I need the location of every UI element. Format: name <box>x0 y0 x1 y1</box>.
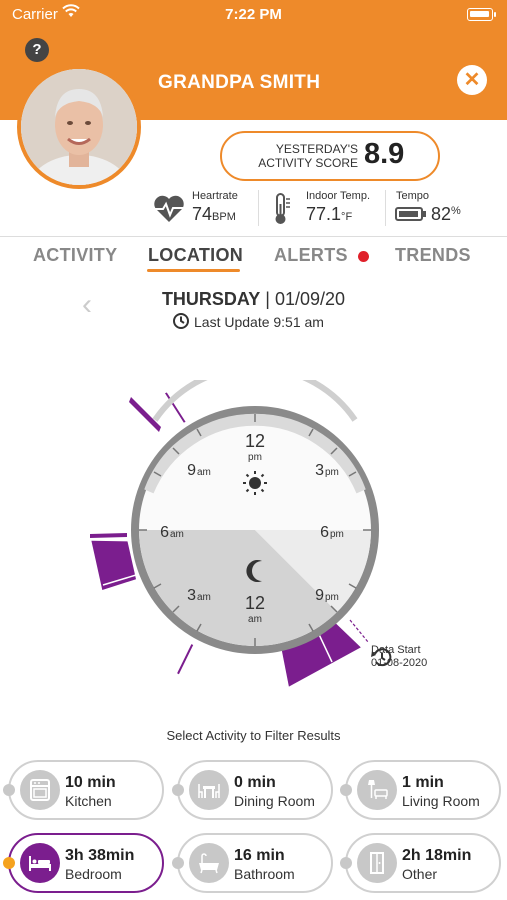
filter-room: Bathroom <box>234 866 295 882</box>
bathtub-icon <box>189 843 229 883</box>
filter-duration: 2h 18min <box>402 847 472 864</box>
filter-title: Select Activity to Filter Results <box>166 728 341 743</box>
hour-label-12pm-suffix: pm <box>248 452 262 463</box>
data-start-label: Data Start 01-08-2020 <box>371 644 428 669</box>
filter-other[interactable]: 2h 18min Other <box>340 833 501 893</box>
hour-label-12am: 12 <box>245 593 265 613</box>
hour-label-3pm-suffix: pm <box>325 467 339 478</box>
tab-alerts[interactable]: ALERTS <box>274 245 348 266</box>
hour-label-12am-suffix: am <box>248 614 262 625</box>
filter-room: Living Room <box>402 793 480 809</box>
tab-trends[interactable]: TRENDS <box>395 245 471 266</box>
hour-label-3pm: 3 <box>315 462 324 479</box>
filter-room: Other <box>402 866 438 882</box>
resident-name: GRANDPA SMITH <box>158 72 321 93</box>
filter-duration: 16 min <box>234 847 285 864</box>
bed-icon <box>20 843 60 883</box>
filter-room: Bedroom <box>65 866 122 882</box>
status-time: 7:22 PM <box>225 6 282 23</box>
hour-label-6am: 6 <box>160 524 169 541</box>
active-tab-indicator <box>147 269 240 272</box>
battery-status-icon <box>467 8 496 21</box>
indoor-temp-stat: Indoor Temp. 77.1°F <box>270 188 380 230</box>
hour-label-9am: 9 <box>187 462 196 479</box>
stat-divider <box>258 190 259 226</box>
dining-table-icon <box>189 770 229 810</box>
section-divider <box>0 236 507 237</box>
filter-indicator-dot <box>340 784 352 796</box>
hour-label-12pm: 12 <box>245 431 265 451</box>
stat-divider <box>385 190 386 226</box>
filter-bedroom[interactable]: 3h 38min Bedroom <box>3 833 164 893</box>
activity-score-value: 8.9 <box>364 138 405 170</box>
filter-duration: 0 min <box>234 774 276 791</box>
tab-location[interactable]: LOCATION <box>148 245 243 266</box>
data-start-marker <box>349 619 369 643</box>
hour-label-3am: 3 <box>187 587 196 604</box>
activity-tick-dawn <box>177 644 194 675</box>
activity-bar-6am <box>90 533 127 538</box>
avatar <box>17 65 141 189</box>
filter-room: Dining Room <box>234 793 315 809</box>
filter-indicator-dot <box>172 784 184 796</box>
filter-duration: 3h 38min <box>65 847 135 864</box>
activity-segment-early-morning <box>91 540 136 590</box>
hour-label-6am-suffix: am <box>170 529 184 540</box>
tab-activity[interactable]: ACTIVITY <box>33 245 117 266</box>
filter-indicator-dot <box>340 857 352 869</box>
hour-label-9am-suffix: am <box>197 467 211 478</box>
heartrate-stat: Heartrate 74BPM <box>152 188 252 230</box>
clock-icon <box>173 313 189 329</box>
couch-lamp-icon <box>357 770 397 810</box>
help-button[interactable]: ? <box>25 38 49 62</box>
hour-label-6pm-suffix: pm <box>330 529 344 540</box>
hour-label-9pm-suffix: pm <box>325 592 339 603</box>
alert-indicator-dot <box>358 251 369 262</box>
status-bar: Carrier 7:22 PM <box>0 0 507 30</box>
filter-duration: 1 min <box>402 774 444 791</box>
stove-icon <box>20 770 60 810</box>
door-icon <box>357 843 397 883</box>
activity-score-label: YESTERDAY'S ACTIVITY SCORE <box>258 142 358 170</box>
filter-kitchen[interactable]: 10 min Kitchen <box>3 760 164 820</box>
filter-bathroom[interactable]: 16 min Bathroom <box>172 833 333 893</box>
vitals-row: Heartrate 74BPM Indoor Temp. 77.1°F Temp… <box>0 188 507 230</box>
heart-pulse-icon <box>154 195 184 222</box>
battery-icon <box>395 207 426 221</box>
filter-duration: 10 min <box>65 774 116 791</box>
hour-label-3am-suffix: am <box>197 592 211 603</box>
hour-label-6pm: 6 <box>320 524 329 541</box>
filter-indicator-dot <box>3 784 15 796</box>
tempo-stat: Tempo 82% <box>395 190 461 224</box>
filter-living-room[interactable]: 1 min Living Room <box>340 760 501 820</box>
filter-room: Kitchen <box>65 793 112 809</box>
date-heading: THURSDAY | 01/09/20 <box>161 289 346 309</box>
filter-dining-room[interactable]: 0 min Dining Room <box>172 760 333 820</box>
hour-label-9pm: 9 <box>315 587 324 604</box>
activity-score-card: YESTERDAY'S ACTIVITY SCORE 8.9 <box>220 131 440 181</box>
thermometer-icon <box>275 193 290 224</box>
filter-indicator-dot <box>172 857 184 869</box>
filter-indicator-dot <box>3 857 15 869</box>
last-update-row: Last Update 9:51 am <box>172 312 324 330</box>
close-button[interactable]: ✕ <box>457 65 487 95</box>
